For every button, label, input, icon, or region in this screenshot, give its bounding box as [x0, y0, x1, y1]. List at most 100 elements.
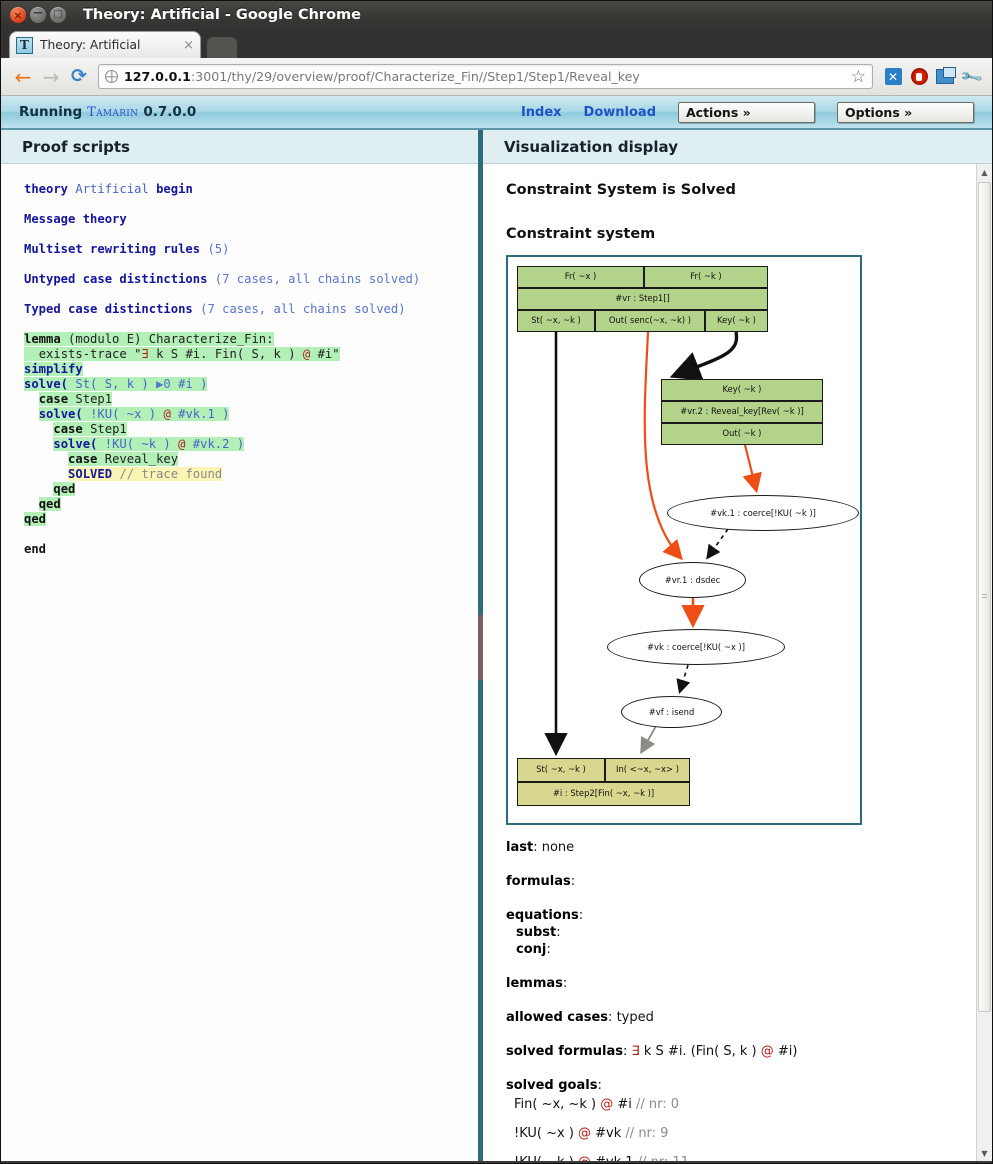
graph-node-i-step2[interactable]: #i : Step2[Fin( ~x, ~k )]	[517, 782, 690, 806]
graph-node-vr2-reveal[interactable]: #vr.2 : Reveal_key[Rev( ~k )]	[661, 401, 823, 423]
proof-line-typed[interactable]: Typed case distinctions (7 cases, all ch…	[24, 302, 478, 317]
detail-equations-key: equations	[506, 908, 579, 923]
simplify-step[interactable]: simplify	[24, 362, 83, 376]
proof-scripts-title: Proof scripts	[1, 130, 478, 164]
detail-last-key: last	[506, 840, 534, 855]
typed-count: (7 cases, all chains solved)	[200, 302, 406, 316]
graph-node-vr1-dsdec[interactable]: #vr.1 : dsdec	[639, 562, 746, 598]
graph-node-fr-x[interactable]: Fr( ~x )	[517, 266, 644, 288]
blue-x-icon: ✕	[884, 68, 902, 85]
solved-formulas-at: @	[760, 1044, 774, 1059]
new-tab-button[interactable]	[207, 37, 237, 58]
solve1-tail: #i )	[170, 377, 208, 391]
graph-node-label: #i : Step2[Fin( ~x, ~k )]	[552, 788, 655, 799]
scrollbar-thumb[interactable]	[978, 182, 991, 1012]
solved-goal-2-comment: // nr: 11	[638, 1155, 689, 1161]
graph-node-vk-coerce[interactable]: #vk : coerce[!KU( ~x )]	[607, 629, 785, 665]
back-icon[interactable]: ←	[9, 63, 37, 91]
exists-body: k S #i. Fin( S, k )	[148, 347, 303, 361]
graph-node-out-k[interactable]: Out( ~k )	[661, 423, 823, 445]
bookmark-star-icon[interactable]: ☆	[851, 67, 866, 87]
download-link[interactable]: Download	[584, 105, 656, 120]
graph-node-out-senc[interactable]: Out( senc(~x, ~k) )	[595, 310, 705, 332]
blue-x-extension-button[interactable]: ✕	[880, 64, 906, 90]
adblock-stop-icon	[910, 68, 928, 85]
detail-allowed-cases-key: allowed cases	[506, 1010, 609, 1025]
actions-menu-button[interactable]: Actions »	[678, 101, 815, 123]
reload-icon[interactable]: ⟳	[65, 63, 93, 91]
tab-label: Theory: Artificial	[40, 38, 141, 52]
exists-tail: #i"	[310, 347, 340, 361]
screen-capture-icon	[936, 67, 956, 84]
graph-node-vf-isend[interactable]: #vf : isend	[621, 696, 722, 728]
proof-line-message-theory[interactable]: Message theory	[24, 212, 478, 227]
solved-goal-0: Fin( ~x, ~k ) @ #i // nr: 0	[506, 1096, 992, 1113]
solve2-keyword: solve(	[38, 407, 83, 421]
proof-line-multiset[interactable]: Multiset rewriting rules (5)	[24, 242, 478, 257]
multiset-label: Multiset rewriting rules	[24, 242, 201, 256]
window-title: Theory: Artificial - Google Chrome	[83, 7, 361, 23]
scroll-down-icon[interactable]: ▼	[977, 1145, 992, 1161]
scroll-up-icon[interactable]: ▲	[977, 164, 992, 180]
graph-node-vr-step1[interactable]: #vr : Step1[]	[517, 288, 768, 310]
window-minimize-button[interactable]: −	[30, 7, 46, 23]
solved-goal-0-pre: Fin( ~x, ~k )	[514, 1097, 601, 1112]
detail-allowed-cases-value: typed	[616, 1010, 654, 1025]
forward-icon[interactable]: →	[37, 63, 65, 91]
detail-solved-goals: solved goals: Fin( ~x, ~k ) @ #i // nr: …	[506, 1077, 992, 1161]
solved-goal-0-mid: #i	[613, 1097, 636, 1112]
solved-goal-1-pre: !KU( ~x )	[514, 1126, 579, 1141]
untyped-count: (7 cases, all chains solved)	[214, 272, 421, 286]
proof-line-theory[interactable]: theory Artificial begin	[24, 182, 478, 197]
chrome-menu-button[interactable]: 🔧	[958, 64, 984, 90]
window-close-button[interactable]: ×	[10, 7, 26, 23]
graph-node-st-xk-bot[interactable]: St( ~x, ~k )	[517, 758, 605, 782]
constraint-details: last: none formulas: equations: subst: c…	[506, 839, 992, 1161]
solved-goal-2-pre: !KU( ~k )	[514, 1155, 578, 1161]
address-bar[interactable]: 127.0.0.1:3001/thy/29/overview/proof/Cha…	[98, 64, 873, 89]
qed-2: qed	[38, 497, 61, 511]
graph-node-key-k[interactable]: Key( ~k )	[661, 379, 823, 401]
app-header: Running Tamarin 0.7.0.0 Index Download A…	[1, 96, 992, 130]
proof-line-untyped[interactable]: Untyped case distinctions (7 cases, all …	[24, 272, 424, 287]
detail-equations: equations: subst: conj:	[506, 907, 992, 958]
wrench-menu-icon: 🔧	[958, 63, 984, 90]
pane-splitter[interactable]	[478, 130, 483, 1161]
app-header-actions: Index Download Actions » Options »	[521, 101, 974, 123]
tab-theory-artificial[interactable]: T Theory: Artificial ×	[9, 31, 201, 58]
tab-close-icon[interactable]: ×	[183, 38, 194, 53]
window-controls: × − □	[10, 7, 66, 23]
proof-line-lemma[interactable]: lemma (modulo E) Characterize_Fin: exist…	[24, 332, 478, 557]
visualization-body: Constraint System is Solved Constraint s…	[483, 164, 992, 1161]
graph-node-st-xk-top[interactable]: St( ~x, ~k )	[517, 310, 595, 332]
graph-node-key-k-top[interactable]: Key( ~k )	[705, 310, 768, 332]
solve2-body: !KU( ~x )	[90, 407, 164, 421]
maximize-icon: □	[53, 9, 63, 20]
address-bar-text: 127.0.0.1:3001/thy/29/overview/proof/Cha…	[124, 69, 640, 84]
splitter-grip[interactable]	[478, 615, 483, 680]
close-icon: ×	[13, 8, 23, 22]
solve3-tail: #vk.2 )	[185, 437, 245, 451]
screen-capture-button[interactable]	[932, 64, 958, 90]
theory-name: Artificial	[75, 182, 149, 196]
detail-last-sep: :	[533, 840, 542, 855]
index-link[interactable]: Index	[521, 105, 562, 120]
constraint-graph[interactable]: Fr( ~x ) Fr( ~k ) #vr : Step1[] St( ~x, ~k …	[506, 255, 862, 825]
adblock-extension-button[interactable]	[906, 64, 932, 90]
vertical-scrollbar[interactable]: ▲ ▼	[976, 164, 992, 1161]
graph-node-vk1-coerce[interactable]: #vk.1 : coerce[!KU( ~k )]	[667, 495, 859, 531]
exists-trace-keyword: exists-trace	[38, 347, 127, 361]
graph-node-label: In( <~x, ~x> )	[616, 764, 679, 775]
graph-node-fr-k[interactable]: Fr( ~k )	[644, 266, 768, 288]
solved-formulas-mid: k S #i. (Fin( S, k )	[639, 1044, 761, 1059]
graph-node-label: #vf : isend	[648, 707, 695, 717]
options-menu-button[interactable]: Options »	[837, 101, 974, 123]
window-maximize-button[interactable]: □	[50, 7, 66, 23]
detail-solved-formulas: solved formulas: ∃ k S #i. (Fin( S, k ) …	[506, 1044, 798, 1059]
detail-formulas: formulas:	[506, 873, 992, 890]
graph-node-in-x[interactable]: In( <~x, ~x> )	[605, 758, 690, 782]
solve2-tail: #vk.1 )	[170, 407, 230, 421]
detail-lemmas-sep: :	[562, 976, 568, 991]
detail-subst-sep: :	[556, 925, 561, 940]
solved-goal-0-comment: // nr: 0	[635, 1097, 680, 1112]
